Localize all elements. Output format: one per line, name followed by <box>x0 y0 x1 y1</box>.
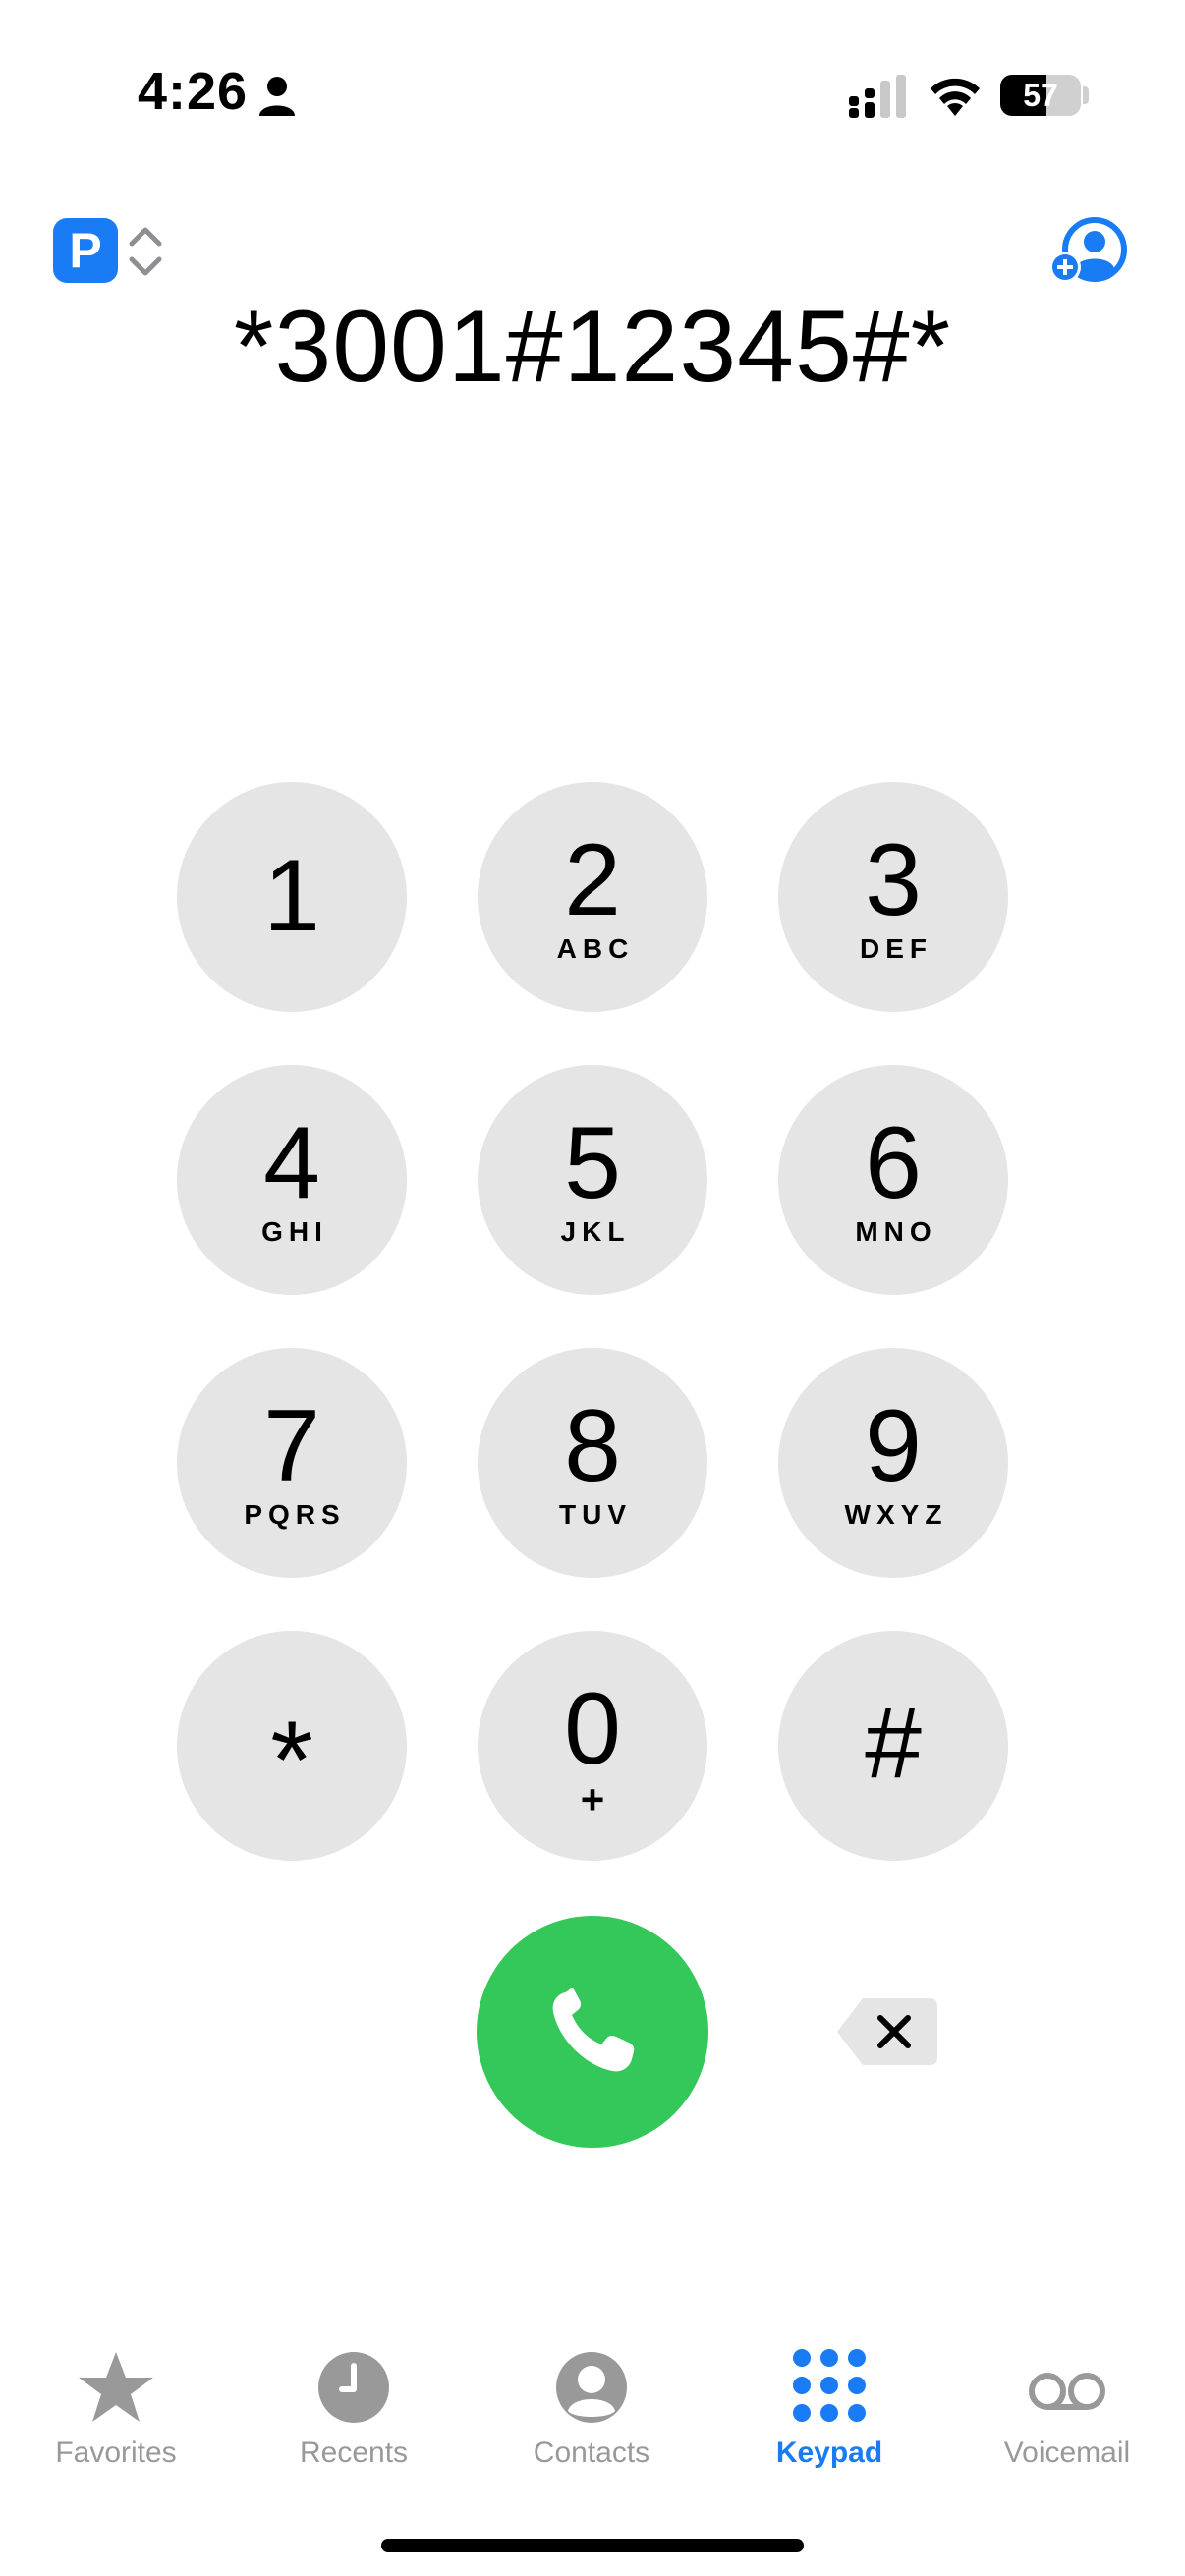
keypad-key-1[interactable]: 1 <box>177 782 407 1012</box>
key-digit: * <box>270 1699 313 1821</box>
chevron-up-down-icon[interactable] <box>126 222 165 281</box>
tab-label: Contacts <box>533 2436 650 2469</box>
phone-icon <box>552 1988 635 2072</box>
key-letters: WXYZ <box>844 1499 948 1530</box>
add-contact-icon[interactable] <box>1047 216 1130 287</box>
tab-label: Keypad <box>775 2436 883 2469</box>
tab-keypad[interactable]: Keypad <box>711 2338 947 2486</box>
key-digit: 6 <box>865 1106 922 1220</box>
key-letters: + <box>580 1776 605 1822</box>
key-letters: MNO <box>855 1216 937 1247</box>
keypad-key-7[interactable]: 7 PQRS <box>177 1348 407 1578</box>
battery-level-text: 57 <box>1023 78 1058 113</box>
keypad-key-9[interactable]: 9 WXYZ <box>778 1348 1008 1578</box>
key-digit: 8 <box>564 1389 621 1503</box>
wifi-icon <box>931 78 980 116</box>
battery-indicator: 57 <box>1000 75 1081 116</box>
keypad-key-6[interactable]: 6 MNO <box>778 1065 1008 1295</box>
status-time: 4:26 <box>138 62 249 121</box>
voicemail-icon <box>1029 2373 1105 2410</box>
keypad-key-3[interactable]: 3 DEF <box>778 782 1008 1012</box>
keypad-key-5[interactable]: 5 JKL <box>478 1065 707 1295</box>
home-indicator[interactable] <box>381 2539 804 2552</box>
battery-tip <box>1083 86 1089 104</box>
tab-voicemail[interactable]: Voicemail <box>949 2338 1185 2486</box>
delete-backspace-icon[interactable] <box>835 1996 939 2067</box>
tab-label: Recents <box>299 2436 409 2469</box>
tab-label: Favorites <box>55 2436 177 2469</box>
status-bar: 4:26 57 <box>0 0 1185 187</box>
key-digit: 0 <box>564 1672 621 1786</box>
tab-contacts[interactable]: Contacts <box>474 2338 709 2486</box>
key-digit: # <box>865 1686 922 1800</box>
key-digit: 7 <box>263 1389 320 1503</box>
key-letters: TUV <box>559 1499 632 1530</box>
key-letters: GHI <box>261 1216 328 1247</box>
keypad-key-0[interactable]: 0 + <box>478 1631 707 1861</box>
keypad-key-4[interactable]: 4 GHI <box>177 1065 407 1295</box>
key-digit: 3 <box>865 823 922 937</box>
clock-icon <box>318 2352 389 2423</box>
keypad-key-hash[interactable]: # <box>778 1631 1008 1861</box>
keypad-key-8[interactable]: 8 TUV <box>478 1348 707 1578</box>
key-letters: JKL <box>560 1216 631 1247</box>
key-digit: 9 <box>865 1389 922 1503</box>
call-button[interactable] <box>477 1916 708 2148</box>
key-digit: 4 <box>263 1106 320 1220</box>
key-letters: PQRS <box>244 1499 346 1530</box>
keypad-key-star[interactable]: * <box>177 1631 407 1861</box>
key-digit: 2 <box>564 823 621 937</box>
dialed-number-display: *3001#12345#* <box>233 290 952 404</box>
tab-label: Voicemail <box>1003 2436 1131 2469</box>
keypad-key-2[interactable]: 2 ABC <box>478 782 707 1012</box>
key-digit: 5 <box>564 1106 621 1220</box>
tab-favorites[interactable]: Favorites <box>0 2338 234 2486</box>
star-icon <box>79 2352 153 2422</box>
tab-recents[interactable]: Recents <box>236 2338 472 2486</box>
person-circle-icon <box>556 2352 627 2423</box>
person-icon <box>259 77 295 116</box>
key-digit: 1 <box>263 839 320 953</box>
key-letters: ABC <box>556 933 635 964</box>
line-selector-badge[interactable]: P <box>53 218 118 283</box>
key-letters: DEF <box>860 933 932 964</box>
cellular-signal-icon <box>849 75 906 118</box>
keypad-grid-icon <box>793 2349 866 2422</box>
